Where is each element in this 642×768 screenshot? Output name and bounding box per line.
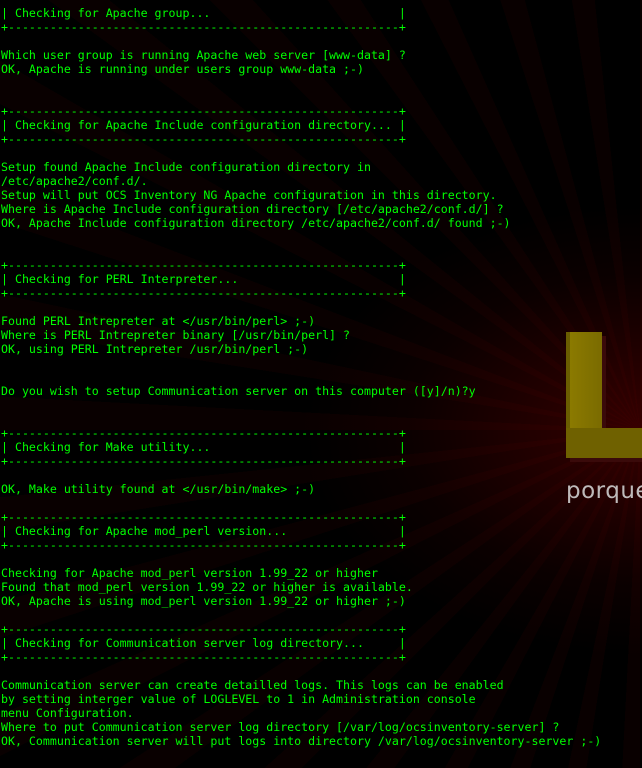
terminal-line: | Checking for Apache mod_perl version..… bbox=[1, 524, 406, 538]
terminal-line: OK, Apache Include configuration directo… bbox=[1, 216, 511, 230]
terminal-line: Setup found Apache Include configuration… bbox=[1, 160, 371, 174]
terminal-line: Found that mod_perl version 1.99_22 or h… bbox=[1, 580, 413, 594]
terminal-line: OK, Apache is running under users group … bbox=[1, 62, 364, 76]
terminal-line: Communication server can create detaille… bbox=[1, 678, 504, 692]
terminal-line: Where is Apache Include configuration di… bbox=[1, 202, 504, 216]
terminal-line: +---------------------------------------… bbox=[1, 538, 406, 552]
terminal-line: +---------------------------------------… bbox=[1, 20, 406, 34]
terminal-line: OK, using PERL Intrepreter /usr/bin/perl… bbox=[1, 342, 309, 356]
terminal-line: Setup will put OCS Inventory NG Apache c… bbox=[1, 188, 497, 202]
terminal-line: Where is PERL Intrepreter binary [/usr/b… bbox=[1, 328, 351, 342]
terminal-line: +---------------------------------------… bbox=[1, 622, 406, 636]
terminal-line: menu Configuration. bbox=[1, 706, 134, 720]
terminal-line: OK, Apache is using mod_perl version 1.9… bbox=[1, 594, 406, 608]
terminal-line: by setting interger value of LOGLEVEL to… bbox=[1, 692, 476, 706]
terminal-line: Where to put Communication server log di… bbox=[1, 720, 560, 734]
terminal-line: +---------------------------------------… bbox=[1, 286, 406, 300]
terminal-line: +---------------------------------------… bbox=[1, 132, 406, 146]
terminal-line: +---------------------------------------… bbox=[1, 258, 406, 272]
terminal-line: OK, Communication server will put logs i… bbox=[1, 734, 602, 748]
terminal-line: +---------------------------------------… bbox=[1, 426, 406, 440]
terminal-line: Found PERL Intrepreter at </usr/bin/perl… bbox=[1, 314, 316, 328]
terminal-line: OK, Make utility found at </usr/bin/make… bbox=[1, 482, 316, 496]
terminal-line: +---------------------------------------… bbox=[1, 510, 406, 524]
terminal-line: Which user group is running Apache web s… bbox=[1, 48, 406, 62]
terminal-line: +---------------------------------------… bbox=[1, 104, 406, 118]
terminal-line: /etc/apache2/conf.d/. bbox=[1, 174, 148, 188]
terminal-output[interactable]: | Checking for Apache group... | +------… bbox=[1, 6, 601, 748]
terminal-line: | Checking for Apache Include configurat… bbox=[1, 118, 406, 132]
terminal-line: | Checking for Communication server log … bbox=[1, 636, 406, 650]
terminal-line: | Checking for PERL Interpreter... | bbox=[1, 272, 406, 286]
terminal-line: +---------------------------------------… bbox=[1, 454, 406, 468]
terminal-line: +---------------------------------------… bbox=[1, 650, 406, 664]
terminal-line: Do you wish to setup Communication serve… bbox=[1, 384, 476, 398]
terminal-line: | Checking for Make utility... | bbox=[1, 440, 406, 454]
terminal-line: Checking for Apache mod_perl version 1.9… bbox=[1, 566, 378, 580]
terminal-line: | Checking for Apache group... | bbox=[1, 6, 406, 20]
